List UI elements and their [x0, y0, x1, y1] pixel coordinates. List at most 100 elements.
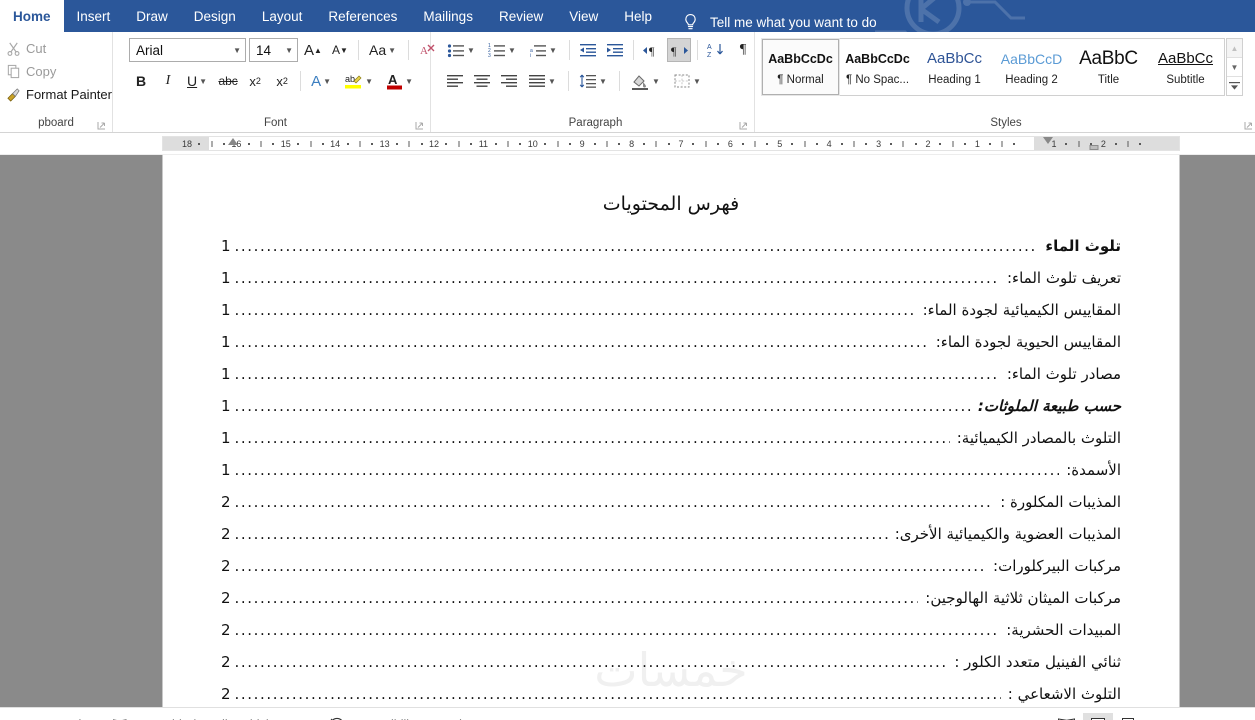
toc-page-number: 2	[221, 557, 231, 575]
toc-entry[interactable]: التلوث الاشعاعي :.......................…	[221, 685, 1121, 707]
shading-button[interactable]: ▼	[626, 69, 666, 93]
toc-entry-text: المذيبات العضوية والكيميائية الأخرى:	[894, 525, 1121, 543]
tab-layout[interactable]: Layout	[249, 0, 316, 32]
subscript-button[interactable]: x2	[243, 69, 267, 93]
language-status[interactable]: Arabic (Saudi Arabia)	[141, 713, 283, 720]
bullets-button[interactable]: ▼	[443, 38, 481, 62]
multilevel-list-button[interactable]: a i ▼	[525, 38, 563, 62]
font-color-button[interactable]: A ▼	[382, 69, 419, 93]
decrease-indent-button[interactable]	[576, 38, 600, 62]
styles-gallery[interactable]: AaBbCcDc ¶ Normal AaBbCcDc ¶ No Spac... …	[761, 38, 1225, 96]
toc-entry[interactable]: المذيبات العضوية والكيميائية الأخرى:....…	[221, 525, 1121, 557]
left-indent-box-marker[interactable]	[1089, 145, 1099, 150]
font-dialog-launcher[interactable]	[415, 121, 424, 130]
format-painter-button[interactable]: Format Painter	[2, 83, 116, 105]
accessibility-status[interactable]: Accessibility: Investigate	[317, 713, 498, 720]
style-normal[interactable]: AaBbCcDc ¶ Normal	[761, 38, 840, 96]
cut-button[interactable]: Cut	[2, 37, 116, 59]
toc-entry[interactable]: المبيدات الحشرية:.......................…	[221, 621, 1121, 653]
align-right-button[interactable]	[497, 69, 521, 93]
page-indicator[interactable]: 3	[0, 713, 11, 720]
web-layout-button[interactable]	[1115, 713, 1145, 720]
copy-button[interactable]: Copy	[2, 60, 116, 82]
tab-references[interactable]: References	[315, 0, 410, 32]
text-effects-button[interactable]: A ▼	[307, 69, 337, 93]
align-left-button[interactable]	[443, 69, 467, 93]
borders-button[interactable]: ▼	[669, 69, 707, 93]
align-center-button[interactable]	[470, 69, 494, 93]
tab-insert[interactable]: Insert	[64, 0, 124, 32]
read-mode-button[interactable]	[1051, 713, 1081, 720]
font-size-combo[interactable]: 14 ▼	[249, 38, 298, 62]
proofing-status[interactable]	[100, 713, 141, 720]
justify-button[interactable]: ▼	[524, 69, 562, 93]
line-spacing-button[interactable]: ▼	[575, 69, 613, 93]
styles-scroll-up-button[interactable]: ▲	[1227, 39, 1242, 58]
style-subtitle[interactable]: AaBbCс Subtitle	[1147, 39, 1224, 95]
tell-me-label: Tell me what you want to do	[710, 15, 877, 30]
document-body[interactable]: فهرس المحتويات تلوث الماء...............…	[163, 155, 1179, 707]
numbering-button[interactable]: 1 2 3 ▼	[484, 38, 522, 62]
toc-entry[interactable]: حسب طبيعة الملوثات:.....................…	[221, 397, 1121, 429]
style-title[interactable]: AaBbC Title	[1070, 39, 1147, 95]
ruler-tick-label: 3	[876, 139, 882, 149]
ltr-text-direction-button[interactable]: ¶	[640, 38, 664, 62]
tab-help[interactable]: Help	[611, 0, 665, 32]
clipboard-dialog-launcher[interactable]	[97, 121, 106, 130]
toc-page-number: 1	[221, 461, 231, 479]
toc-entry[interactable]: المقاييس الكيميائية لجودة الماء:........…	[221, 301, 1121, 333]
tab-mailings[interactable]: Mailings	[410, 0, 486, 32]
toc-entry[interactable]: تعريف تلوث الماء:.......................…	[221, 269, 1121, 301]
tab-design[interactable]: Design	[181, 0, 249, 32]
toc-entry-text: التلوث بالمصادر الكيميائية:	[956, 429, 1121, 447]
bold-button[interactable]: B	[129, 69, 153, 93]
sort-button[interactable]: A Z	[704, 38, 728, 62]
tab-mailings-label: Mailings	[423, 8, 473, 24]
right-indent-marker[interactable]	[1042, 137, 1053, 144]
style-no-spacing[interactable]: AaBbCcDc ¶ No Spac...	[839, 39, 916, 95]
tab-home[interactable]: Home	[0, 0, 64, 32]
print-layout-button[interactable]	[1083, 713, 1113, 720]
toc-entry[interactable]: المذيبات المكلورة :.....................…	[221, 493, 1121, 525]
toc-entry[interactable]: مركبات الميثان ثلاثية الهالوجين:........…	[221, 589, 1121, 621]
increase-indent-button[interactable]	[603, 38, 627, 62]
word-count[interactable]: 2605 words	[11, 713, 100, 720]
ruler-tick-mark	[1139, 143, 1142, 145]
strikethrough-button[interactable]: abc	[216, 69, 240, 93]
tab-draw[interactable]: Draw	[123, 0, 181, 32]
tab-review[interactable]: Review	[486, 0, 556, 32]
grow-font-button[interactable]: A ▲	[301, 38, 325, 62]
toc-entry[interactable]: مركبات البيركلورات:.....................…	[221, 557, 1121, 589]
superscript-button[interactable]: x2	[270, 69, 294, 93]
toc-entry[interactable]: التلوث بالمصادر الكيميائية:.............…	[221, 429, 1121, 461]
style-heading-1[interactable]: AaBbCс Heading 1	[916, 39, 993, 95]
text-highlight-button[interactable]: ab ▼	[340, 69, 379, 93]
paragraph-dialog-launcher[interactable]	[739, 121, 748, 130]
toc-entry[interactable]: الأسمدة:................................…	[221, 461, 1121, 493]
toc-entry[interactable]: تلوث الماء..............................…	[221, 237, 1121, 269]
tab-view[interactable]: View	[556, 0, 611, 32]
toc-entry[interactable]: المقاييس الحيوية لجودة الماء:...........…	[221, 333, 1121, 365]
style-heading-2[interactable]: AaBbCcD Heading 2	[993, 39, 1070, 95]
tell-me-search[interactable]: Tell me what you want to do	[683, 13, 877, 32]
paragraph-group-label: Paragraph	[437, 115, 754, 132]
underline-button[interactable]: U ▼	[183, 69, 213, 93]
ruler-tick-mark	[606, 141, 608, 147]
first-line-indent-marker[interactable]	[228, 138, 238, 145]
styles-dialog-launcher[interactable]	[1244, 121, 1253, 130]
rtl-text-direction-button[interactable]: ¶	[667, 38, 691, 62]
toc-entry-text: تلوث الماء	[1045, 237, 1121, 255]
document-page[interactable]: خمسات فهرس المحتويات تلوث الماء.........…	[162, 155, 1180, 707]
toc-entry[interactable]: ثنائي الفينيل متعدد الكلور :............…	[221, 653, 1121, 685]
ruler-tick-label: 10	[527, 139, 538, 149]
font-name-combo[interactable]: Arial ▼	[129, 38, 246, 62]
shrink-font-button[interactable]: A ▼	[328, 38, 352, 62]
toc-entry[interactable]: مصادر تلوث الماء:.......................…	[221, 365, 1121, 397]
horizontal-ruler[interactable]: 18 16 15 14 13 12 11 10 9 8 7 6 5 4 3 2 1 1 2	[162, 136, 1180, 151]
show-formatting-marks-button[interactable]: ¶	[731, 38, 755, 62]
styles-more-button[interactable]	[1227, 77, 1242, 95]
change-case-button[interactable]: Aa ▼	[365, 38, 402, 62]
italic-button[interactable]: I	[156, 69, 180, 93]
ruler-tick-mark	[791, 143, 794, 145]
styles-scroll-down-button[interactable]: ▼	[1227, 58, 1242, 77]
